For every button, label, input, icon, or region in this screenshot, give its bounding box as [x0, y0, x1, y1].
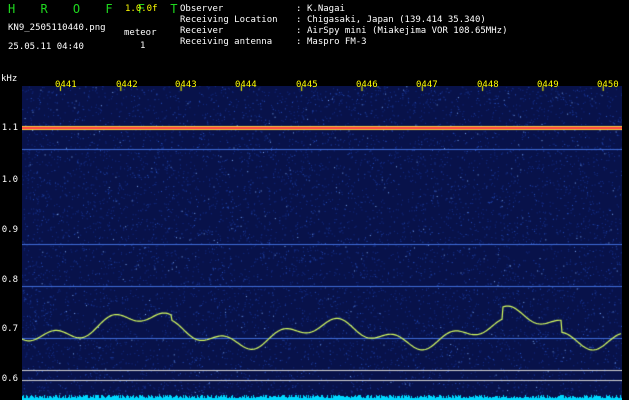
frequency-axis: kHz 1.1 1.0 0.9 0.8 0.7 0.6	[0, 72, 22, 400]
location-label: Receiving Location	[180, 15, 278, 25]
header-panel: H R O F F T 1.0.0f KN9_2505110440.png 25…	[0, 0, 629, 72]
spectrogram-plot[interactable]	[22, 86, 622, 400]
y-tick-label: 0.9	[1, 225, 18, 235]
time-tick-label: 0443	[175, 80, 197, 90]
time-tick-label: 0448	[477, 80, 499, 90]
time-tick-label: 0446	[356, 80, 378, 90]
time-tick-label: 0442	[116, 80, 138, 90]
location-sep: :	[296, 15, 302, 25]
time-tick-label: 0450	[597, 80, 619, 90]
time-tick-label: 0445	[296, 80, 318, 90]
time-tick-label: 0447	[416, 80, 438, 90]
time-tick-label: 0441	[55, 80, 77, 90]
meteor-count: 1	[140, 41, 146, 51]
y-tick-label: 1.1	[1, 123, 18, 133]
receiver-sep: :	[296, 26, 302, 36]
observer-sep: :	[296, 4, 302, 14]
receiver-value: AirSpy mini (Miakejima VOR 108.65MHz)	[307, 26, 508, 36]
time-tick-label: 0444	[235, 80, 257, 90]
app-logo: H R O F F T	[8, 2, 187, 16]
y-tick-label: 0.7	[1, 324, 18, 334]
time-tick-label: 0449	[537, 80, 559, 90]
filename-label: KN9_2505110440.png	[8, 23, 106, 33]
y-tick-label: 1.0	[1, 175, 18, 185]
meteor-label: meteor	[124, 28, 157, 38]
observer-label: Observer	[180, 4, 224, 14]
receiver-label: Receiver	[180, 26, 224, 36]
datetime-label: 25.05.11 04:40	[8, 42, 84, 52]
axis-unit-label: kHz	[1, 74, 18, 84]
antenna-sep: :	[296, 37, 302, 47]
observer-value: K.Nagai	[307, 4, 345, 14]
y-tick-label: 0.6	[1, 374, 18, 384]
location-value: Chigasaki, Japan (139.414 35.340)	[307, 15, 486, 25]
y-tick-label: 0.8	[1, 275, 18, 285]
antenna-value: Maspro FM-3	[307, 37, 367, 47]
version-label: 1.0.0f	[125, 4, 158, 14]
antenna-label: Receiving antenna	[180, 37, 273, 47]
